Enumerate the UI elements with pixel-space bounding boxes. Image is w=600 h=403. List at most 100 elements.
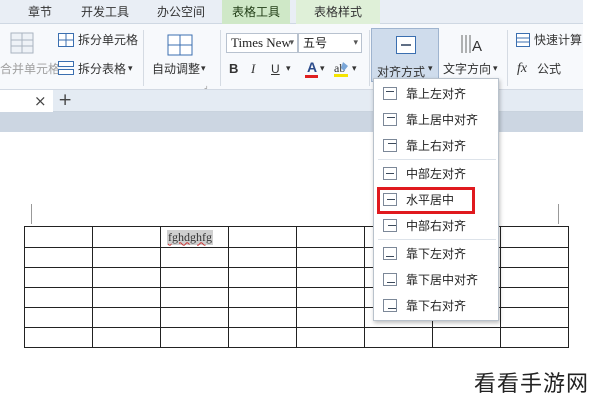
table-cell[interactable]	[296, 327, 365, 348]
table-cell[interactable]	[92, 247, 161, 268]
close-tab-icon[interactable]: ×	[34, 92, 47, 110]
align-menu-item[interactable]: 中部右对齐	[374, 213, 498, 239]
align-menu-item[interactable]: 靠下右对齐	[374, 293, 498, 319]
underline-button[interactable]: U	[271, 61, 280, 77]
split-table-dropdown-arrow[interactable]: ▾	[128, 61, 133, 77]
quick-calc-icon	[516, 33, 530, 47]
table-cell[interactable]	[24, 307, 93, 328]
table-cell[interactable]	[160, 247, 229, 268]
table-cell[interactable]	[24, 327, 93, 348]
align-menu-item[interactable]: 靠上右对齐	[374, 133, 498, 159]
split-table-button[interactable]: 拆分表格	[78, 61, 126, 77]
table-cell[interactable]	[160, 287, 229, 308]
table-cell[interactable]	[500, 267, 569, 288]
font-name-select[interactable]: Times New ▾	[226, 33, 298, 53]
table-cell[interactable]	[364, 327, 433, 348]
highlighter-dropdown-arrow[interactable]: ▾	[352, 61, 357, 77]
table-cell[interactable]	[24, 267, 93, 288]
text-direction-button[interactable]: 文字方向	[443, 61, 491, 77]
align-menu-item[interactable]: 靠下左对齐	[374, 241, 498, 267]
margin-mark	[31, 204, 32, 224]
text-direction-icon: A	[461, 35, 482, 55]
align-menu-item-label: 靠上左对齐	[406, 87, 467, 101]
alignment-button[interactable]: 对齐方式 ▾	[371, 28, 439, 82]
ribbon-separator	[507, 30, 508, 86]
table-cell[interactable]	[500, 327, 569, 348]
new-tab-icon[interactable]: +	[58, 91, 72, 109]
font-color-dropdown-arrow[interactable]: ▾	[320, 61, 325, 77]
table-cell[interactable]	[296, 287, 365, 308]
table-cell[interactable]	[24, 226, 93, 248]
ribbon-separator	[143, 30, 144, 86]
align-menu-item-label: 靠上右对齐	[406, 139, 467, 153]
ribbon-separator	[220, 30, 221, 86]
tab-table-style[interactable]: 表格样式	[296, 0, 380, 24]
merge-cells-button[interactable]: 合并单元格	[0, 61, 60, 77]
align-menu-item[interactable]: 靠下居中对齐	[374, 267, 498, 293]
bold-button[interactable]: B	[229, 61, 238, 77]
table-cell[interactable]	[500, 307, 569, 328]
highlighter-icon[interactable]: ab	[333, 60, 349, 78]
table-cell[interactable]	[160, 307, 229, 328]
autofit-button[interactable]: 自动调整	[152, 61, 200, 77]
cell-align-icon	[383, 167, 397, 180]
align-menu-item[interactable]: 中部左对齐	[374, 161, 498, 187]
svg-text:A: A	[472, 38, 482, 55]
table-cell[interactable]	[160, 327, 229, 348]
table-cell[interactable]	[160, 267, 229, 288]
table-cell[interactable]	[92, 307, 161, 328]
table-cell[interactable]	[228, 267, 297, 288]
text-direction-dropdown-arrow[interactable]: ▾	[493, 61, 498, 77]
table-cell[interactable]	[228, 247, 297, 268]
split-table-icon	[58, 61, 74, 75]
menu-separator	[378, 239, 496, 240]
table-cell[interactable]	[296, 226, 365, 248]
table-cell[interactable]	[228, 327, 297, 348]
table-cell[interactable]	[24, 247, 93, 268]
table-cell[interactable]	[92, 267, 161, 288]
table-cell[interactable]	[432, 327, 501, 348]
font-color-button[interactable]: A	[307, 59, 317, 75]
table-cell[interactable]	[500, 287, 569, 308]
table-cell[interactable]: fghdghfg	[160, 226, 229, 248]
tab-chapter[interactable]: 章节	[18, 0, 62, 24]
cell-text: fghdghfg	[167, 229, 213, 245]
table-cell[interactable]	[92, 226, 161, 248]
tab-office-space[interactable]: 办公空间	[146, 0, 216, 24]
align-menu-item[interactable]: 靠上居中对齐	[374, 107, 498, 133]
underline-dropdown-arrow[interactable]: ▾	[286, 61, 291, 77]
table-row	[24, 327, 569, 348]
table-cell[interactable]	[500, 247, 569, 268]
split-cell-button[interactable]: 拆分单元格	[78, 32, 138, 48]
table-cell[interactable]	[92, 287, 161, 308]
table-cell[interactable]	[228, 287, 297, 308]
table-cell[interactable]	[24, 287, 93, 308]
table-cell[interactable]	[296, 267, 365, 288]
font-color-bar	[305, 75, 318, 78]
align-menu-item-label: 靠下居中对齐	[406, 273, 479, 287]
italic-button[interactable]: I	[251, 61, 255, 77]
margin-mark	[558, 204, 559, 224]
formula-button[interactable]: 公式	[537, 61, 561, 77]
table-cell[interactable]	[92, 327, 161, 348]
table-cell[interactable]	[228, 307, 297, 328]
table-cell[interactable]	[500, 226, 569, 248]
tab-table-tools[interactable]: 表格工具	[222, 0, 290, 24]
align-menu-item-label: 靠下左对齐	[406, 247, 467, 261]
table-cell[interactable]	[296, 307, 365, 328]
split-cell-icon	[58, 33, 74, 47]
font-size-select[interactable]: 五号 ▾	[298, 33, 362, 53]
autofit-dropdown-arrow[interactable]: ▾	[201, 61, 206, 77]
table-cell[interactable]	[228, 226, 297, 248]
chevron-down-icon: ▾	[289, 38, 294, 48]
highlight-annotation-box	[377, 187, 475, 214]
align-menu-item[interactable]: 靠上左对齐	[374, 81, 498, 107]
align-menu-item-label: 靠下右对齐	[406, 299, 467, 313]
quick-calc-button[interactable]: 快速计算	[534, 32, 582, 48]
cell-align-icon	[383, 299, 397, 312]
table-cell[interactable]	[296, 247, 365, 268]
menu-separator	[378, 159, 496, 160]
chevron-down-icon: ▾	[353, 38, 358, 48]
tab-developer-tools[interactable]: 开发工具	[72, 0, 138, 24]
cell-align-icon	[383, 247, 397, 260]
